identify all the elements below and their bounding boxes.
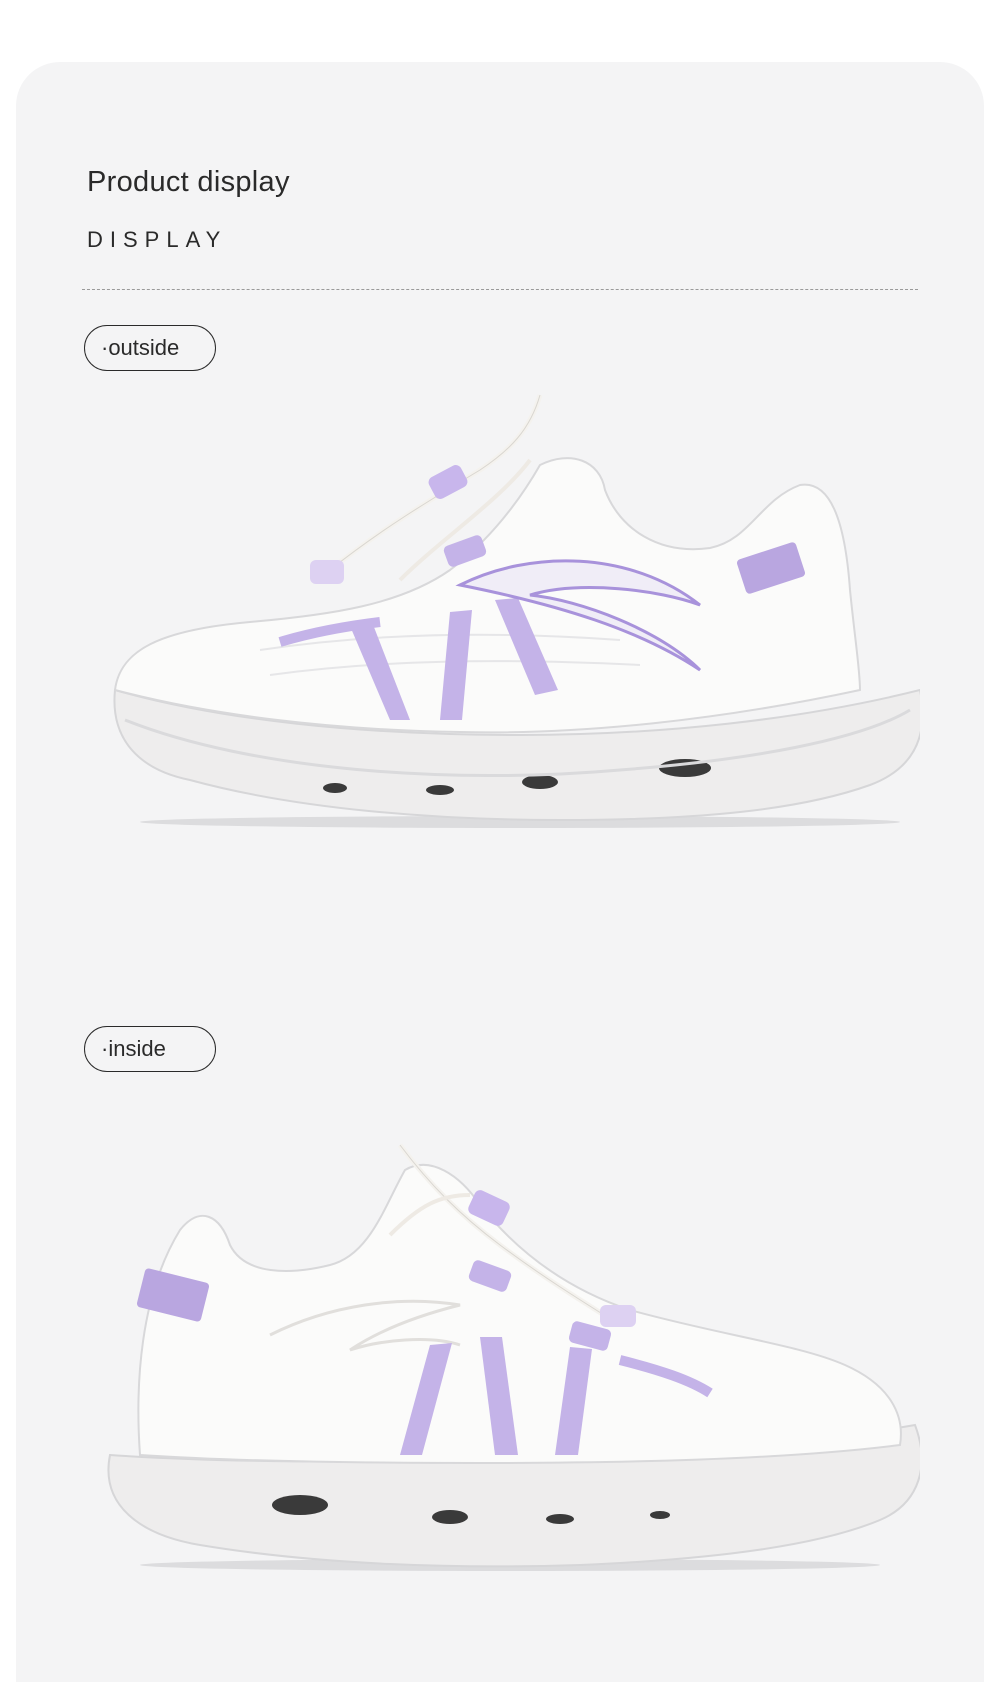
section-divider	[82, 289, 918, 290]
sole-hole	[546, 1514, 574, 1524]
sole-hole	[650, 1511, 670, 1519]
sole-hole	[323, 783, 347, 793]
lace-toggle	[600, 1305, 636, 1327]
page-title: Product display	[87, 166, 290, 198]
lace-toggle	[428, 465, 468, 499]
upper	[137, 1164, 902, 1465]
inside-tag: ·inside	[84, 1026, 216, 1072]
sole-hole	[432, 1510, 468, 1524]
outside-tag: ·outside	[84, 325, 216, 371]
shoe-inside-illustration	[107, 1143, 920, 1571]
upper	[113, 457, 862, 734]
sole-hole	[426, 785, 454, 795]
sole-hole	[522, 775, 558, 789]
lace-toggle	[310, 560, 344, 584]
shoe-image-outside	[100, 390, 920, 830]
sole-hole	[272, 1495, 328, 1515]
shoe-outside-illustration	[113, 394, 920, 828]
shoe-image-inside	[100, 1125, 920, 1575]
page-subtitle: DISPLAY	[87, 227, 228, 252]
